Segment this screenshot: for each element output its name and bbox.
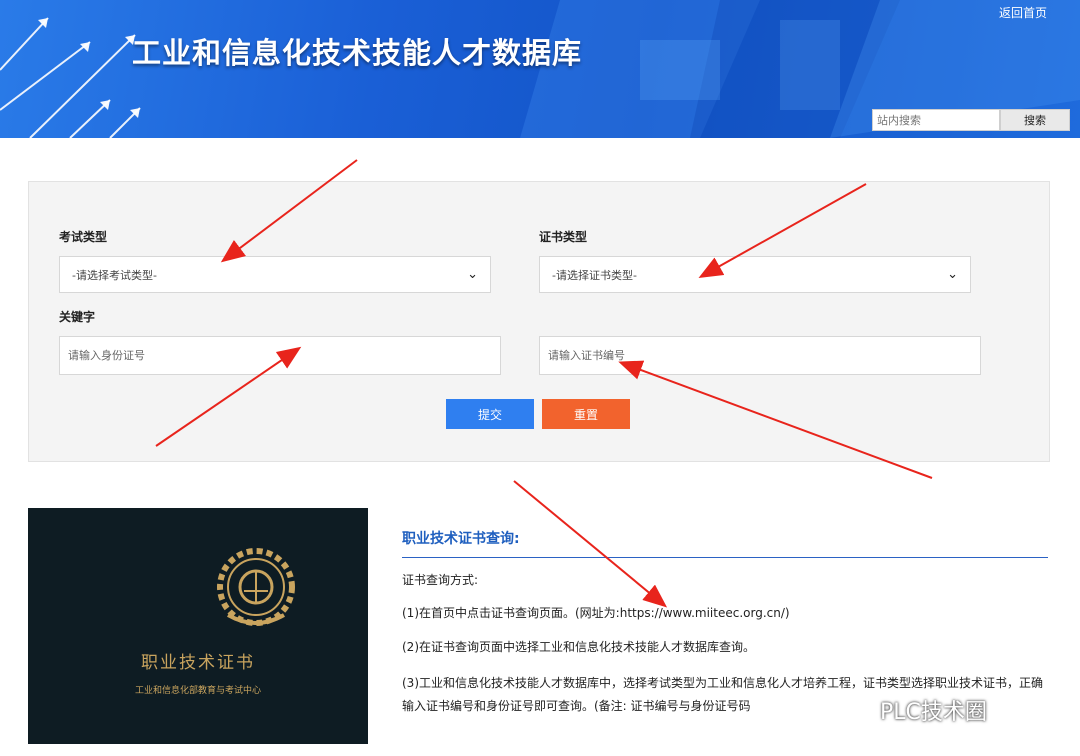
certificate-image: 职业技术证书 工业和信息化部教育与考试中心 (28, 508, 368, 744)
gear-emblem-icon (217, 548, 295, 626)
exam-type-selected-value: -请选择考试类型- (72, 268, 157, 282)
chevron-down-icon: ⌄ (947, 267, 958, 282)
certificate-title: 职业技术证书 (141, 653, 255, 673)
cert-type-select[interactable]: -请选择证书类型- ⌄ (539, 256, 971, 293)
home-link[interactable]: 返回首页 (999, 4, 1047, 21)
info-paragraph: (1)在首页中点击证书查询页面。(网址为:https://www.miiteec… (402, 606, 790, 620)
info-title: 职业技术证书查询: (402, 531, 520, 547)
site-search-input[interactable] (872, 109, 1000, 131)
cert-type-label: 证书类型 (539, 230, 588, 244)
site-title: 工业和信息化技术技能人才数据库 (132, 36, 583, 70)
divider (402, 557, 1048, 558)
cert-type-selected-value: -请选择证书类型- (552, 268, 637, 282)
info-paragraph: (2)在证书查询页面中选择工业和信息化技术技能人才数据库查询。 (402, 640, 756, 654)
exam-type-select[interactable]: -请选择考试类型- ⌄ (59, 256, 491, 293)
cert-number-input[interactable] (539, 336, 981, 375)
search-button[interactable]: 搜索 (1000, 109, 1070, 131)
submit-button[interactable]: 提交 (446, 399, 534, 429)
chevron-down-icon: ⌄ (467, 267, 478, 282)
id-number-input[interactable] (59, 336, 501, 375)
keyword-label: 关键字 (59, 310, 96, 324)
reset-button[interactable]: 重置 (542, 399, 630, 429)
header-banner: 工业和信息化技术技能人才数据库 返回首页 搜索 (0, 0, 1080, 138)
info-paragraph: 证书查询方式: (402, 573, 479, 587)
watermark: PLC技术圈 (880, 700, 987, 725)
exam-type-label: 考试类型 (59, 230, 108, 244)
query-form-panel: 考试类型 -请选择考试类型- ⌄ 证书类型 -请选择证书类型- ⌄ 关键字 提交… (28, 181, 1050, 462)
certificate-issuer: 工业和信息化部教育与考试中心 (134, 686, 261, 696)
